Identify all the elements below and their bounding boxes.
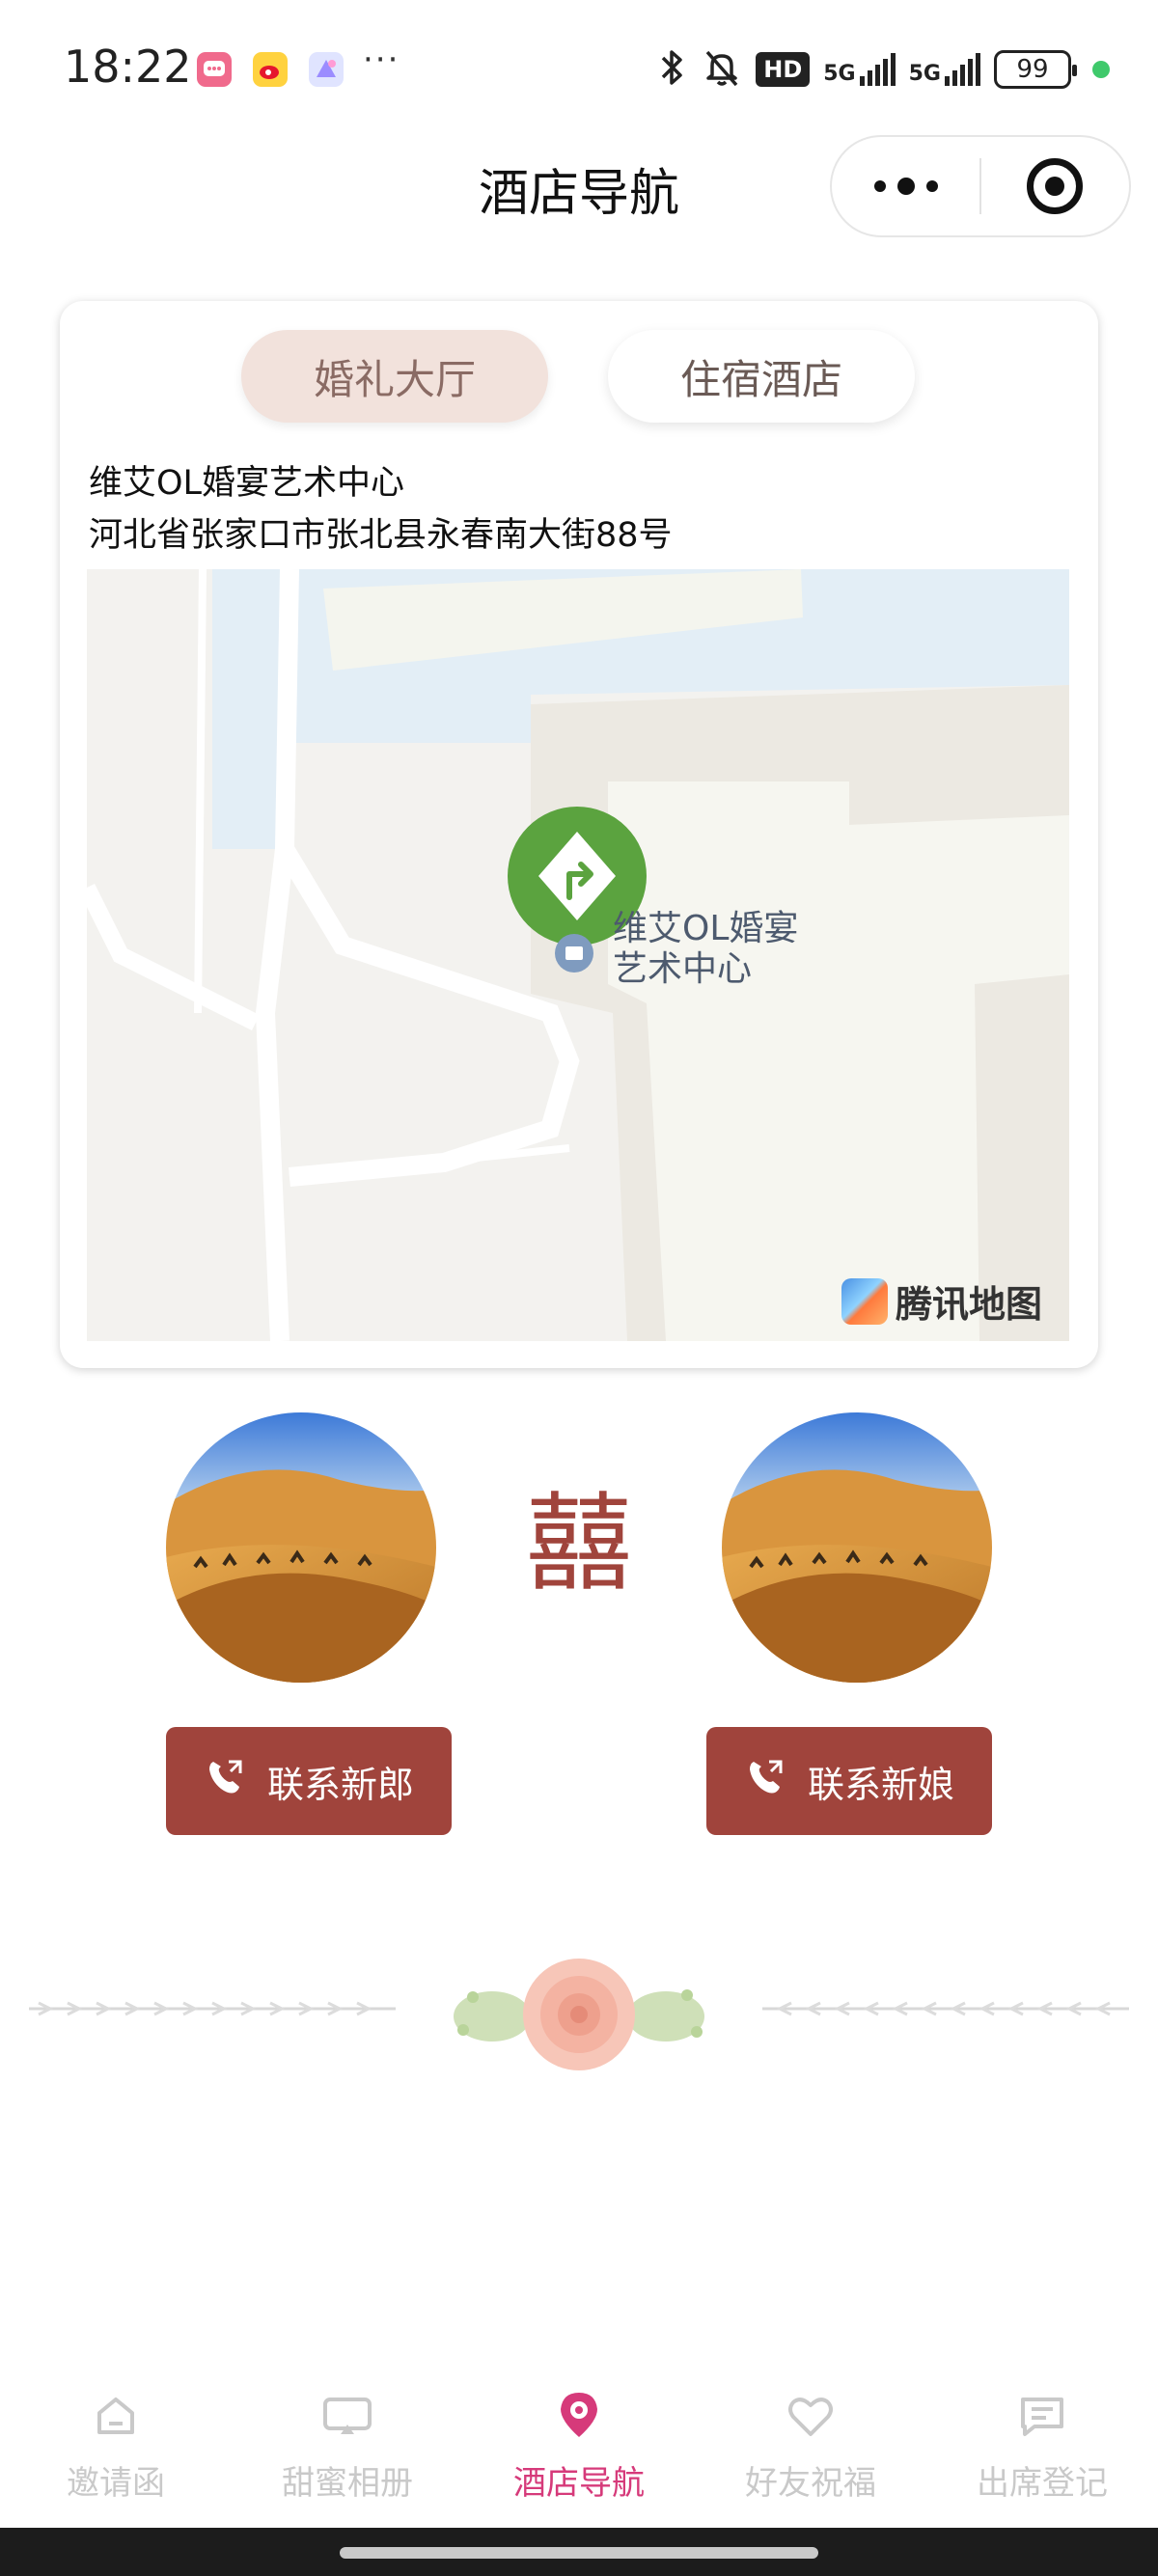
tab-hotel-navigation-label: 酒店导航 — [513, 2464, 645, 2503]
weibo-app-icon — [253, 52, 288, 87]
phone-icon — [744, 1756, 786, 1807]
tab-friend-wishes[interactable]: 好友祝福 — [695, 2373, 926, 2528]
status-bar: 18:22 ··· HD 5G 5G 99 — [0, 0, 1158, 135]
system-navigation-bar — [0, 2528, 1158, 2576]
tab-hotel-navigation[interactable]: 酒店导航 — [463, 2373, 695, 2528]
message-icon — [1015, 2389, 1069, 2443]
message-app-icon — [197, 52, 232, 87]
privacy-indicator-dot — [1092, 61, 1110, 78]
signal-5g-2: 5G — [909, 53, 980, 86]
network-type-1: 5G — [823, 62, 856, 86]
phone-icon — [204, 1756, 246, 1807]
poi-label-line2: 艺术中心 — [613, 949, 753, 989]
poi-label: 维艾OL婚宴 艺术中心 — [613, 909, 844, 990]
venue-name: 维艾OL婚宴艺术中心 — [89, 464, 405, 503]
mute-bell-icon — [702, 46, 742, 93]
tab-photo-album[interactable]: 甜蜜相册 — [232, 2373, 463, 2528]
mini-program-capsule — [830, 135, 1131, 237]
tab-invitation[interactable]: 邀请函 — [0, 2373, 232, 2528]
mini-program-close-icon[interactable] — [981, 137, 1129, 235]
battery-level: 99 — [1016, 55, 1049, 84]
heart-icon — [784, 2389, 838, 2443]
battery-indicator: 99 — [994, 50, 1077, 89]
contact-bride-button[interactable]: 联系新娘 — [706, 1727, 992, 1835]
map-provider-name: 腾讯地图 — [895, 1283, 1042, 1326]
contact-bride-label: 联系新娘 — [807, 1763, 954, 1806]
tab-friend-wishes-label: 好友祝福 — [745, 2464, 876, 2503]
status-time: 18:22 — [64, 41, 192, 93]
home-icon — [89, 2389, 143, 2443]
more-notifications-dots: ··· — [363, 41, 400, 79]
map-provider-logo: 腾讯地图 — [841, 1274, 1042, 1328]
hd-voice-badge: HD — [756, 52, 811, 87]
bride-avatar — [722, 1412, 992, 1683]
contact-groom-label: 联系新郎 — [266, 1763, 414, 1806]
photo-album-icon — [320, 2389, 374, 2443]
tab-lodging-hotel[interactable]: 住宿酒店 — [608, 330, 915, 423]
groom-avatar — [166, 1412, 436, 1683]
desert-camels-photo — [166, 1412, 436, 1683]
contact-groom-button[interactable]: 联系新郎 — [166, 1727, 452, 1835]
more-dots-icon[interactable] — [832, 137, 979, 235]
signal-bars-icon — [859, 53, 896, 86]
tab-invitation-label: 邀请函 — [67, 2464, 165, 2503]
floral-divider-decoration — [29, 1959, 1129, 2070]
venue-map[interactable]: 维艾OL婚宴 艺术中心 腾讯地图 — [87, 569, 1069, 1341]
signal-bars-icon — [945, 53, 980, 86]
venue-address: 河北省张家口市张北县永春南大街88号 — [89, 516, 673, 555]
bluetooth-icon — [655, 46, 688, 93]
tab-wedding-hall[interactable]: 婚礼大厅 — [241, 330, 548, 423]
network-type-2: 5G — [908, 62, 941, 86]
double-happiness-symbol: 囍 — [526, 1482, 632, 1605]
signal-5g-1: 5G — [823, 53, 896, 86]
venue-card: 婚礼大厅 住宿酒店 维艾OL婚宴艺术中心 河北省张家口市张北县永春南大街88号 — [60, 301, 1098, 1368]
desert-camels-photo — [722, 1412, 992, 1683]
tab-attendance-registration[interactable]: 出席登记 — [926, 2373, 1158, 2528]
home-indicator[interactable] — [340, 2547, 818, 2559]
tab-photo-album-label: 甜蜜相册 — [282, 2464, 413, 2503]
gallery-app-icon — [309, 52, 344, 87]
poi-label-line1: 维艾OL婚宴 — [613, 909, 799, 948]
tab-attendance-registration-label: 出席登记 — [977, 2464, 1108, 2503]
bottom-tab-bar: 邀请函 甜蜜相册 酒店导航 好友祝福 出席登记 — [0, 2373, 1158, 2528]
poi-building-icon — [555, 934, 593, 973]
tencent-map-icon — [841, 1277, 888, 1325]
location-pin-icon — [552, 2389, 606, 2443]
map-tiles — [87, 569, 1069, 1341]
